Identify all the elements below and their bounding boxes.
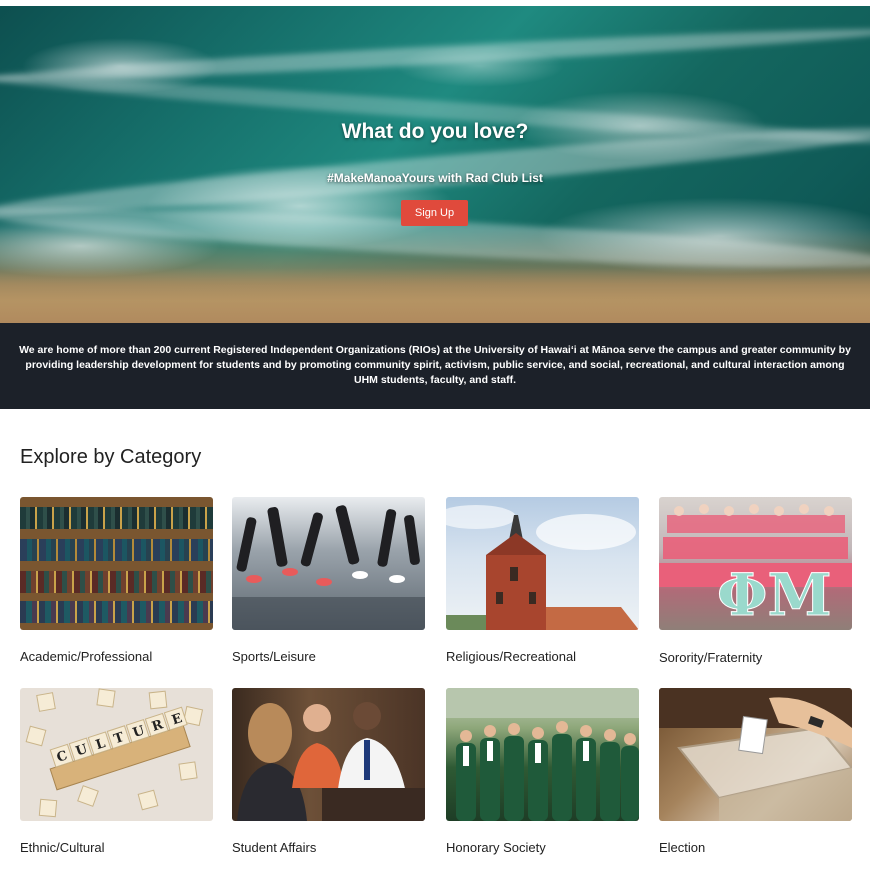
culture-tiles-image[interactable]: CUL TURE <box>20 688 213 821</box>
category-label[interactable]: Religious/Recreational <box>446 649 576 664</box>
hero-title: What do you love? <box>341 120 529 143</box>
ballot-box-image[interactable] <box>659 688 852 821</box>
hero-subtitle: #MakeManoaYours with Rad Club List <box>327 171 543 185</box>
bookshelf-image[interactable] <box>20 497 213 630</box>
sorority-group-image[interactable]: ΦM <box>659 497 852 630</box>
category-card-sorority[interactable]: ΦM Sorority/Fraternity <box>659 497 852 665</box>
beach-sand <box>0 268 870 323</box>
category-card-honorary[interactable]: Honorary Society <box>446 688 639 855</box>
category-card-student-affairs[interactable]: Student Affairs <box>232 688 425 855</box>
category-card-ethnic[interactable]: CUL TURE Ethnic/Cultural <box>20 688 213 855</box>
sign-up-button[interactable]: Sign Up <box>401 200 468 226</box>
info-text: We are home of more than 200 current Reg… <box>19 344 851 386</box>
runners-image[interactable] <box>232 497 425 630</box>
category-label[interactable]: Election <box>659 840 705 855</box>
category-card-religious[interactable]: Religious/Recreational <box>446 497 639 664</box>
church-image[interactable] <box>446 497 639 630</box>
graduation-image[interactable] <box>446 688 639 821</box>
svg-text:ΦM: ΦM <box>717 561 832 629</box>
category-label[interactable]: Honorary Society <box>446 840 546 855</box>
category-label[interactable]: Academic/Professional <box>20 649 152 664</box>
category-card-sports[interactable]: Sports/Leisure <box>232 497 425 664</box>
wave-foam <box>0 21 870 89</box>
category-label[interactable]: Sorority/Fraternity <box>659 650 762 665</box>
category-label[interactable]: Ethnic/Cultural <box>20 840 105 855</box>
category-card-election[interactable]: Election <box>659 688 852 855</box>
meeting-image[interactable] <box>232 688 425 821</box>
hero-banner: What do you love? #MakeManoaYours with R… <box>0 6 870 323</box>
category-label[interactable]: Sports/Leisure <box>232 649 316 664</box>
info-band: We are home of more than 200 current Reg… <box>0 323 870 409</box>
category-section-title: Explore by Category <box>20 446 202 468</box>
category-label[interactable]: Student Affairs <box>232 840 316 855</box>
category-card-academic[interactable]: Academic/Professional <box>20 497 213 664</box>
